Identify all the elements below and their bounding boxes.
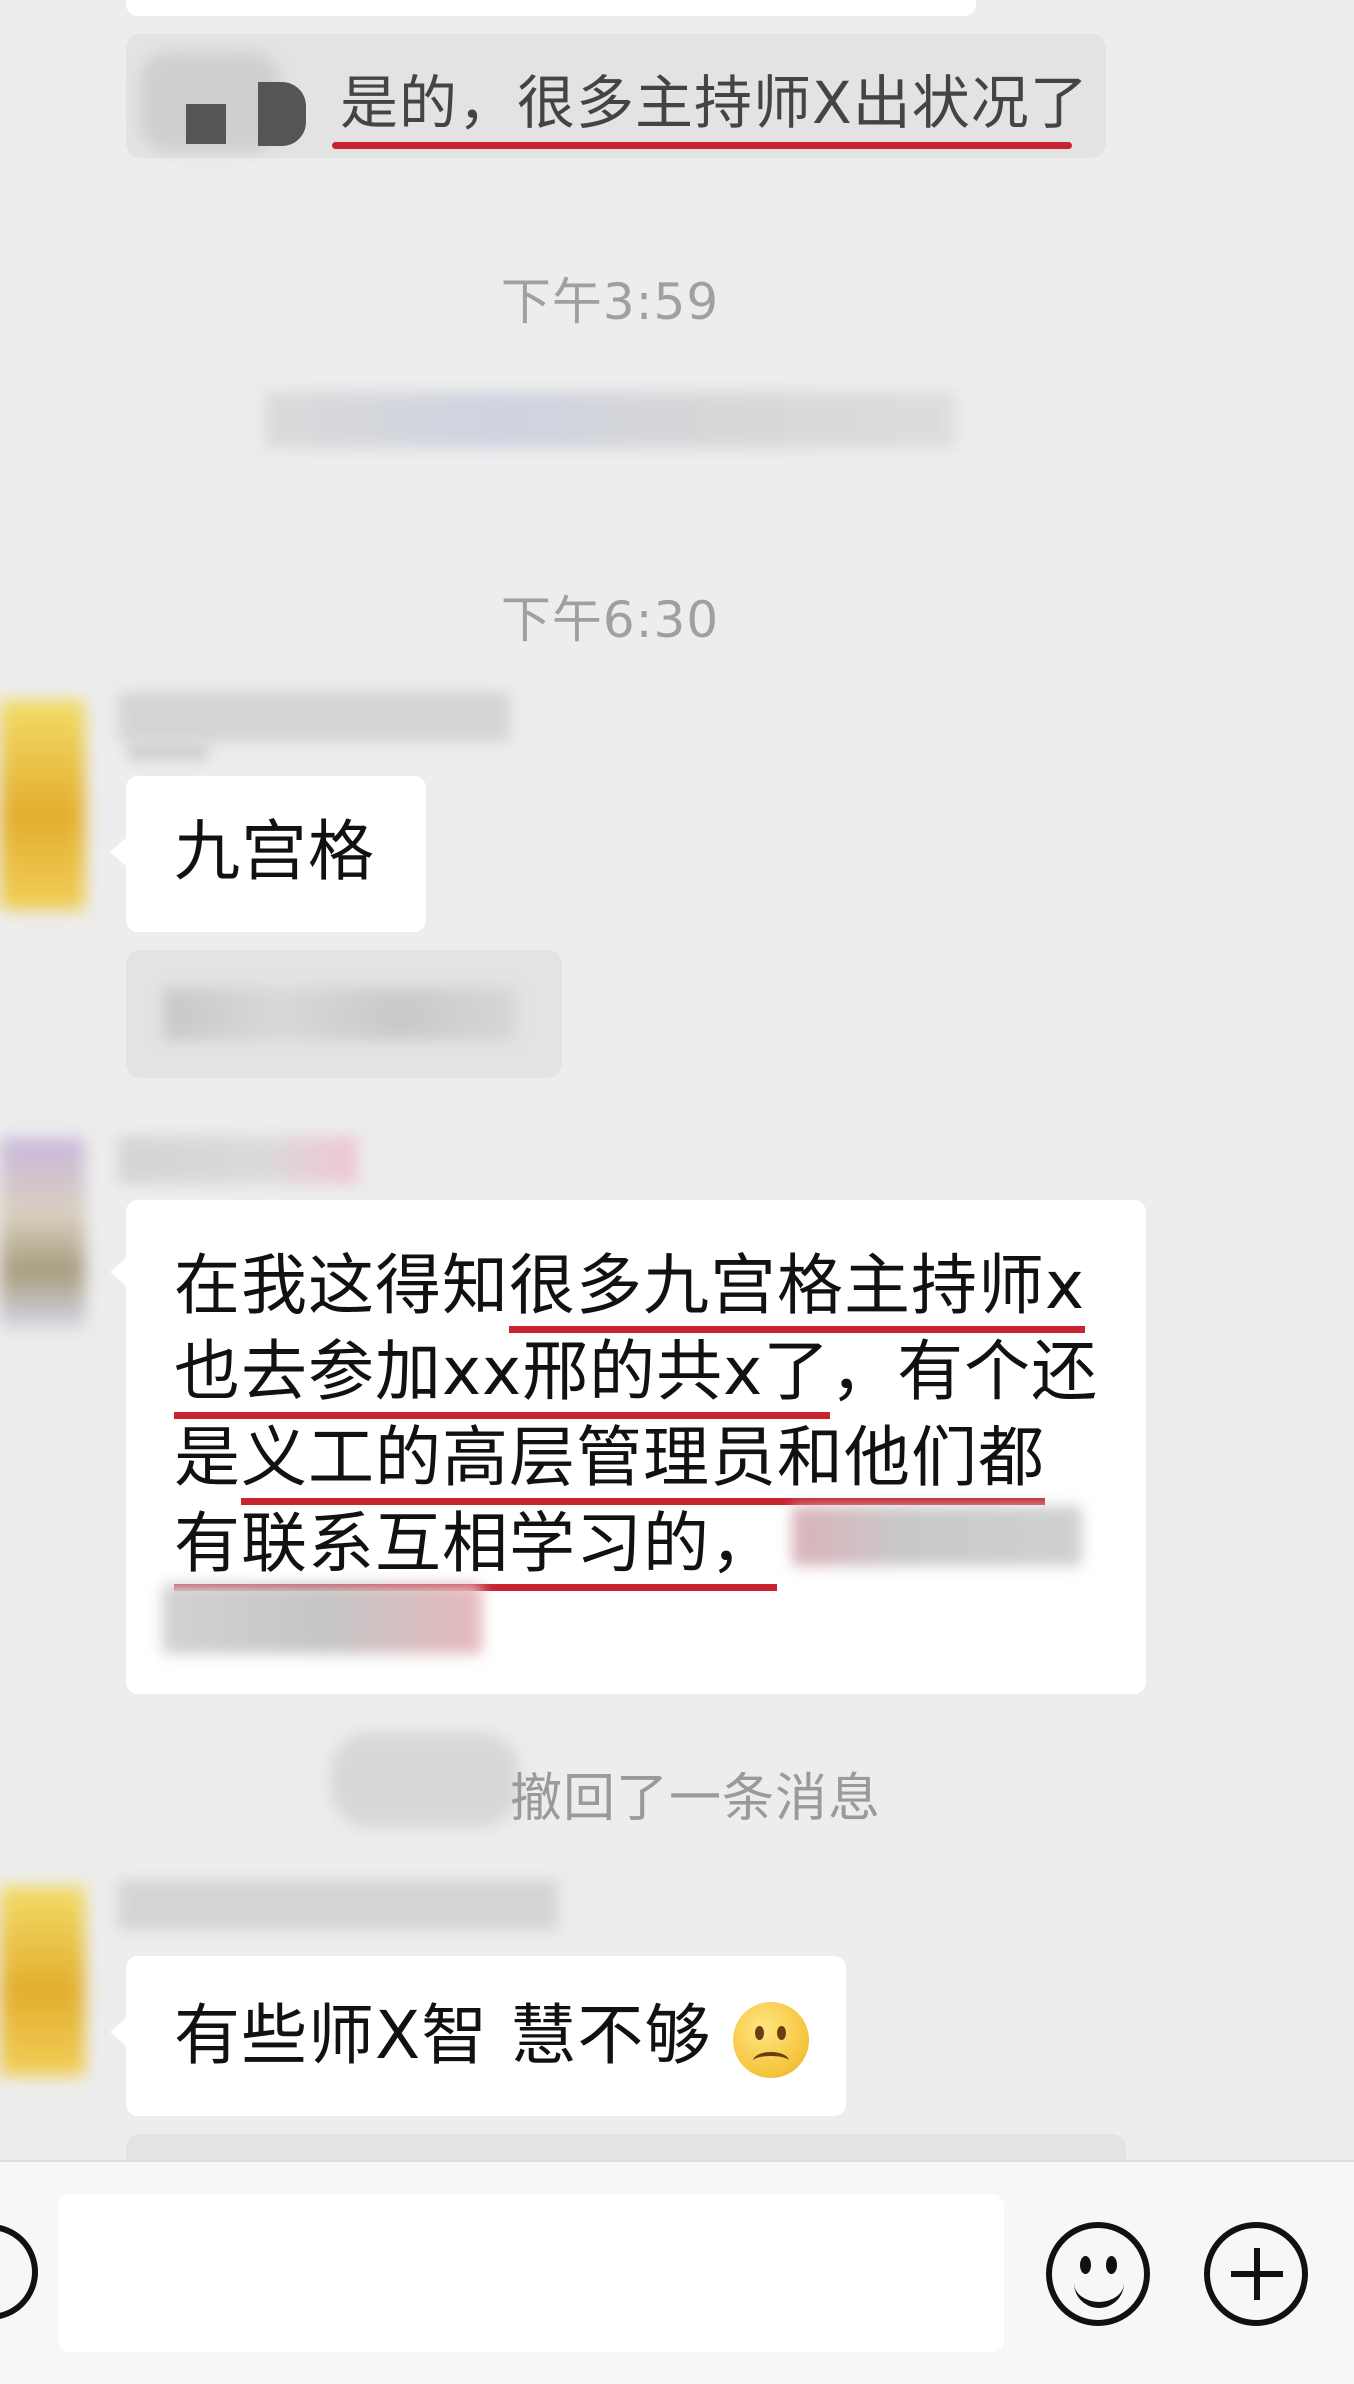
message-text: 九宫格 [174, 813, 375, 890]
blurred-text [792, 1506, 1082, 1566]
blurred-system-message [265, 392, 955, 448]
message-text-plain: ，有个还 [830, 1333, 1099, 1410]
underlined-text: 有联系互相学习的， [174, 1505, 777, 1591]
blurred-quoted-message[interactable] [126, 950, 562, 1078]
quoted-reply[interactable]: 是的，很多主持师X出状况了 [126, 34, 1106, 158]
message-text-plain: 有些师X智 慧不够 [174, 1997, 712, 2074]
message-line-1: 在我这得知很多九宫格主持师x [174, 1240, 1086, 1333]
sender-name [118, 1136, 358, 1184]
recall-notice: 撤回了一条消息 [510, 1769, 882, 1829]
underlined-text: 也去参加xx邢的共x了 [174, 1333, 831, 1419]
message-input[interactable] [58, 2194, 1004, 2352]
blurred-quote-block-2 [258, 82, 306, 146]
quote-underline [332, 142, 1072, 149]
sender-name [118, 692, 510, 742]
message-line-2: 也去参加xx邢的共x了，有个还 [174, 1326, 1099, 1419]
smiley-icon[interactable] [1046, 2222, 1150, 2326]
timestamp: 下午6:30 [500, 591, 720, 649]
chat-input-bar [0, 2160, 1354, 2384]
sender-name [118, 1880, 558, 1930]
underlined-text: 义工的高层管理员和他们都 [241, 1419, 1045, 1505]
message-text-plain: 在我这得知 [174, 1247, 509, 1324]
sad-face-emoji [733, 2001, 810, 2078]
voice-icon[interactable] [0, 2224, 38, 2320]
message-text: 有些师X智 慧不够 [174, 1990, 810, 2082]
message-bubble[interactable]: 有些师X智 慧不够 [126, 1956, 846, 2116]
avatar[interactable] [0, 1138, 85, 1328]
message-bubble-partial [126, 2134, 1126, 2162]
underlined-text: 很多九宫格主持师x [509, 1247, 1086, 1333]
message-line-4: 有联系互相学习的， [174, 1498, 777, 1591]
timestamp: 下午3:59 [500, 273, 720, 331]
quote-text: 是的，很多主持师X出状况了 [340, 69, 1089, 137]
bubble-tail [110, 2018, 126, 2046]
blurred-text [162, 1584, 482, 1654]
message-text-plain: 是 [174, 1419, 241, 1496]
blurred-quote-block [186, 104, 226, 144]
avatar[interactable] [0, 700, 85, 910]
message-bubble-long[interactable]: 在我这得知很多九宫格主持师x 也去参加xx邢的共x了，有个还 是义工的高层管理员… [126, 1200, 1146, 1694]
sender-name-sub [128, 744, 208, 760]
avatar[interactable] [0, 1886, 85, 2076]
plus-icon[interactable] [1204, 2222, 1308, 2326]
blurred-quote-content [164, 988, 516, 1040]
message-bubble[interactable]: 九宫格 [126, 776, 426, 932]
message-bubble-partial [126, 0, 976, 16]
message-line-3: 是义工的高层管理员和他们都 [174, 1412, 1045, 1505]
bubble-tail [110, 1258, 126, 1286]
blurred-recaller-name [330, 1732, 520, 1828]
bubble-tail [110, 838, 126, 866]
